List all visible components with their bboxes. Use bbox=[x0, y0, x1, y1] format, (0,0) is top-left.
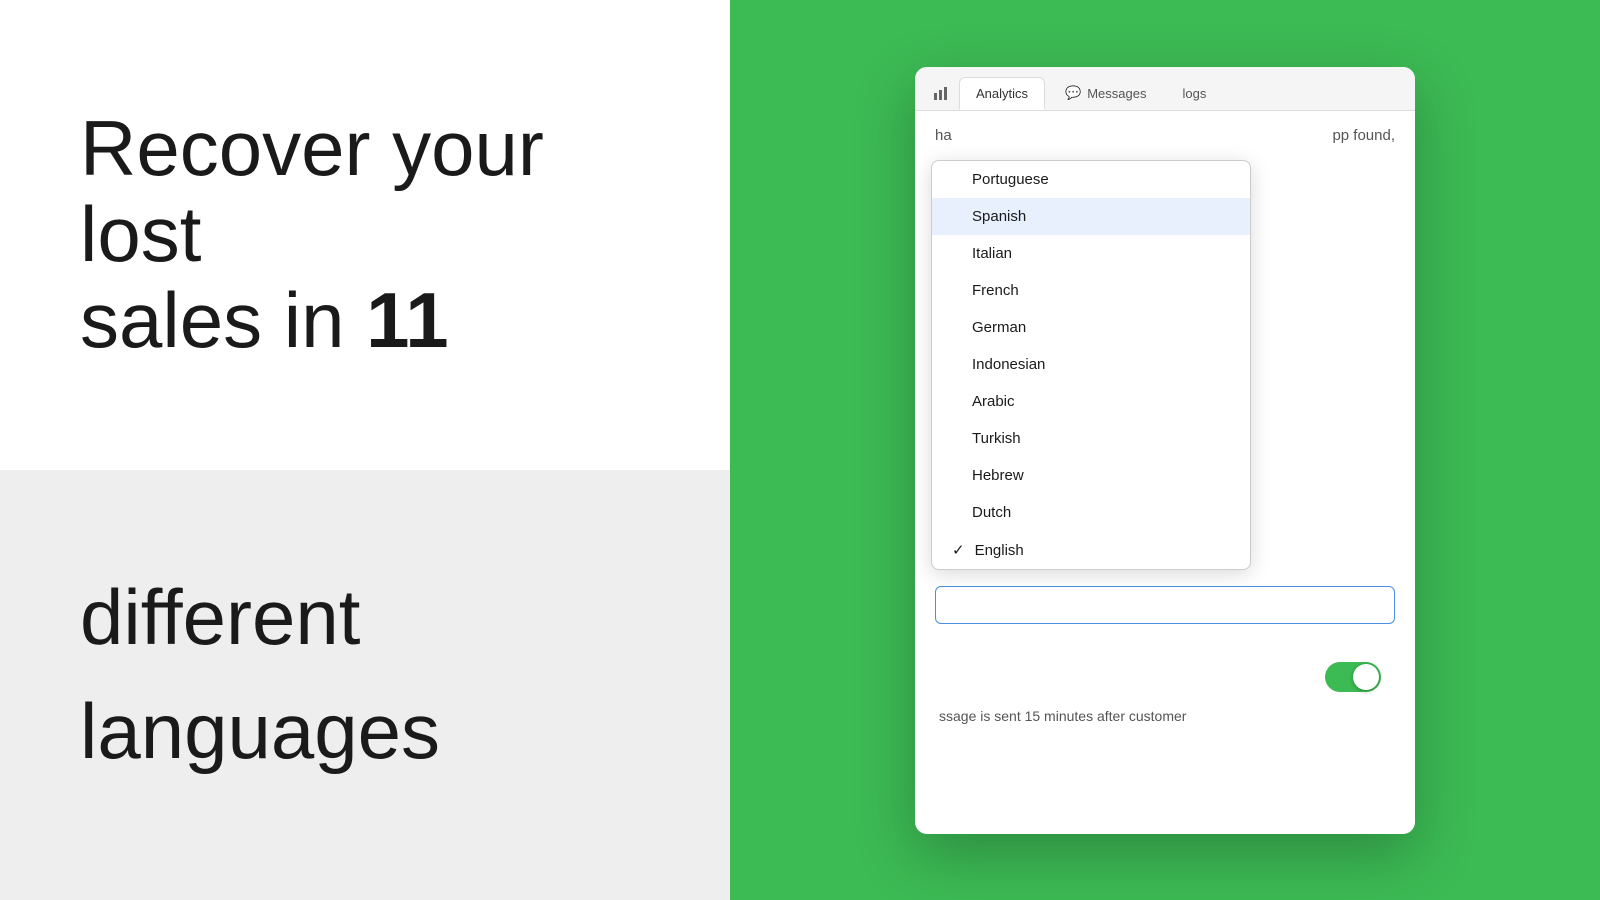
dropdown-item-turkish[interactable]: Turkish bbox=[932, 420, 1250, 457]
tab-bar: Analytics 💬 Messages logs bbox=[915, 67, 1415, 111]
toggle-switch[interactable] bbox=[1325, 662, 1381, 692]
dropdown-item-dutch[interactable]: Dutch bbox=[932, 494, 1250, 531]
toggle-description: ssage is sent 15 minutes after customer bbox=[939, 708, 1391, 724]
dropdown-item-hebrew[interactable]: Hebrew bbox=[932, 457, 1250, 494]
hero-line2-prefix: sales in bbox=[80, 276, 366, 364]
dropdown-item-italian[interactable]: Italian bbox=[932, 235, 1250, 272]
hero-section: Recover your lost sales in 11 bbox=[0, 0, 730, 470]
hero-text-block: Recover your lost sales in 11 bbox=[80, 106, 650, 363]
messages-icon: 💬 bbox=[1065, 85, 1081, 101]
partial-left: ha bbox=[935, 127, 952, 144]
partial-content-row: ha pp found, bbox=[915, 111, 1415, 144]
hero-line1: Recover your lost bbox=[80, 106, 650, 278]
tab-logs-label: logs bbox=[1182, 86, 1206, 101]
partial-input-area bbox=[915, 570, 1415, 632]
hero-line1-text: Recover your lost bbox=[80, 104, 544, 278]
toggle-row bbox=[939, 662, 1391, 692]
dropdown-item-portuguese[interactable]: Portuguese bbox=[932, 161, 1250, 198]
language-dropdown[interactable]: Portuguese Spanish Italian French German… bbox=[931, 160, 1251, 570]
dropdown-item-arabic[interactable]: Arabic bbox=[932, 383, 1250, 420]
tagline-line1: different bbox=[80, 571, 650, 665]
dropdown-item-german[interactable]: German bbox=[932, 309, 1250, 346]
tagline-line2: languages bbox=[80, 685, 650, 779]
app-window: Analytics 💬 Messages logs ha pp found, P… bbox=[915, 67, 1415, 834]
dropdown-container: Portuguese Spanish Italian French German… bbox=[915, 144, 1415, 570]
dropdown-item-english[interactable]: English bbox=[932, 531, 1250, 569]
tab-messages-label: Messages bbox=[1087, 86, 1146, 101]
hero-number: 11 bbox=[366, 276, 448, 364]
dropdown-item-spanish[interactable]: Spanish bbox=[932, 198, 1250, 235]
text-input-partial[interactable] bbox=[935, 586, 1395, 624]
hero-line2: sales in 11 bbox=[80, 278, 650, 364]
tagline-section: different languages bbox=[0, 470, 730, 900]
dropdown-item-french[interactable]: French bbox=[932, 272, 1250, 309]
left-panel: Recover your lost sales in 11 different … bbox=[0, 0, 730, 900]
card-spacer bbox=[915, 754, 1415, 834]
tab-analytics-label: Analytics bbox=[976, 86, 1028, 101]
right-panel: Analytics 💬 Messages logs ha pp found, P… bbox=[730, 0, 1600, 900]
dropdown-item-indonesian[interactable]: Indonesian bbox=[932, 346, 1250, 383]
tab-logs[interactable]: logs bbox=[1166, 78, 1222, 109]
analytics-icon bbox=[931, 83, 951, 103]
tab-messages[interactable]: 💬 Messages bbox=[1049, 77, 1162, 109]
partial-right: pp found, bbox=[1332, 127, 1395, 144]
toggle-knob bbox=[1353, 664, 1379, 690]
toggle-section: ssage is sent 15 minutes after customer bbox=[915, 632, 1415, 754]
tab-analytics[interactable]: Analytics bbox=[959, 77, 1045, 110]
